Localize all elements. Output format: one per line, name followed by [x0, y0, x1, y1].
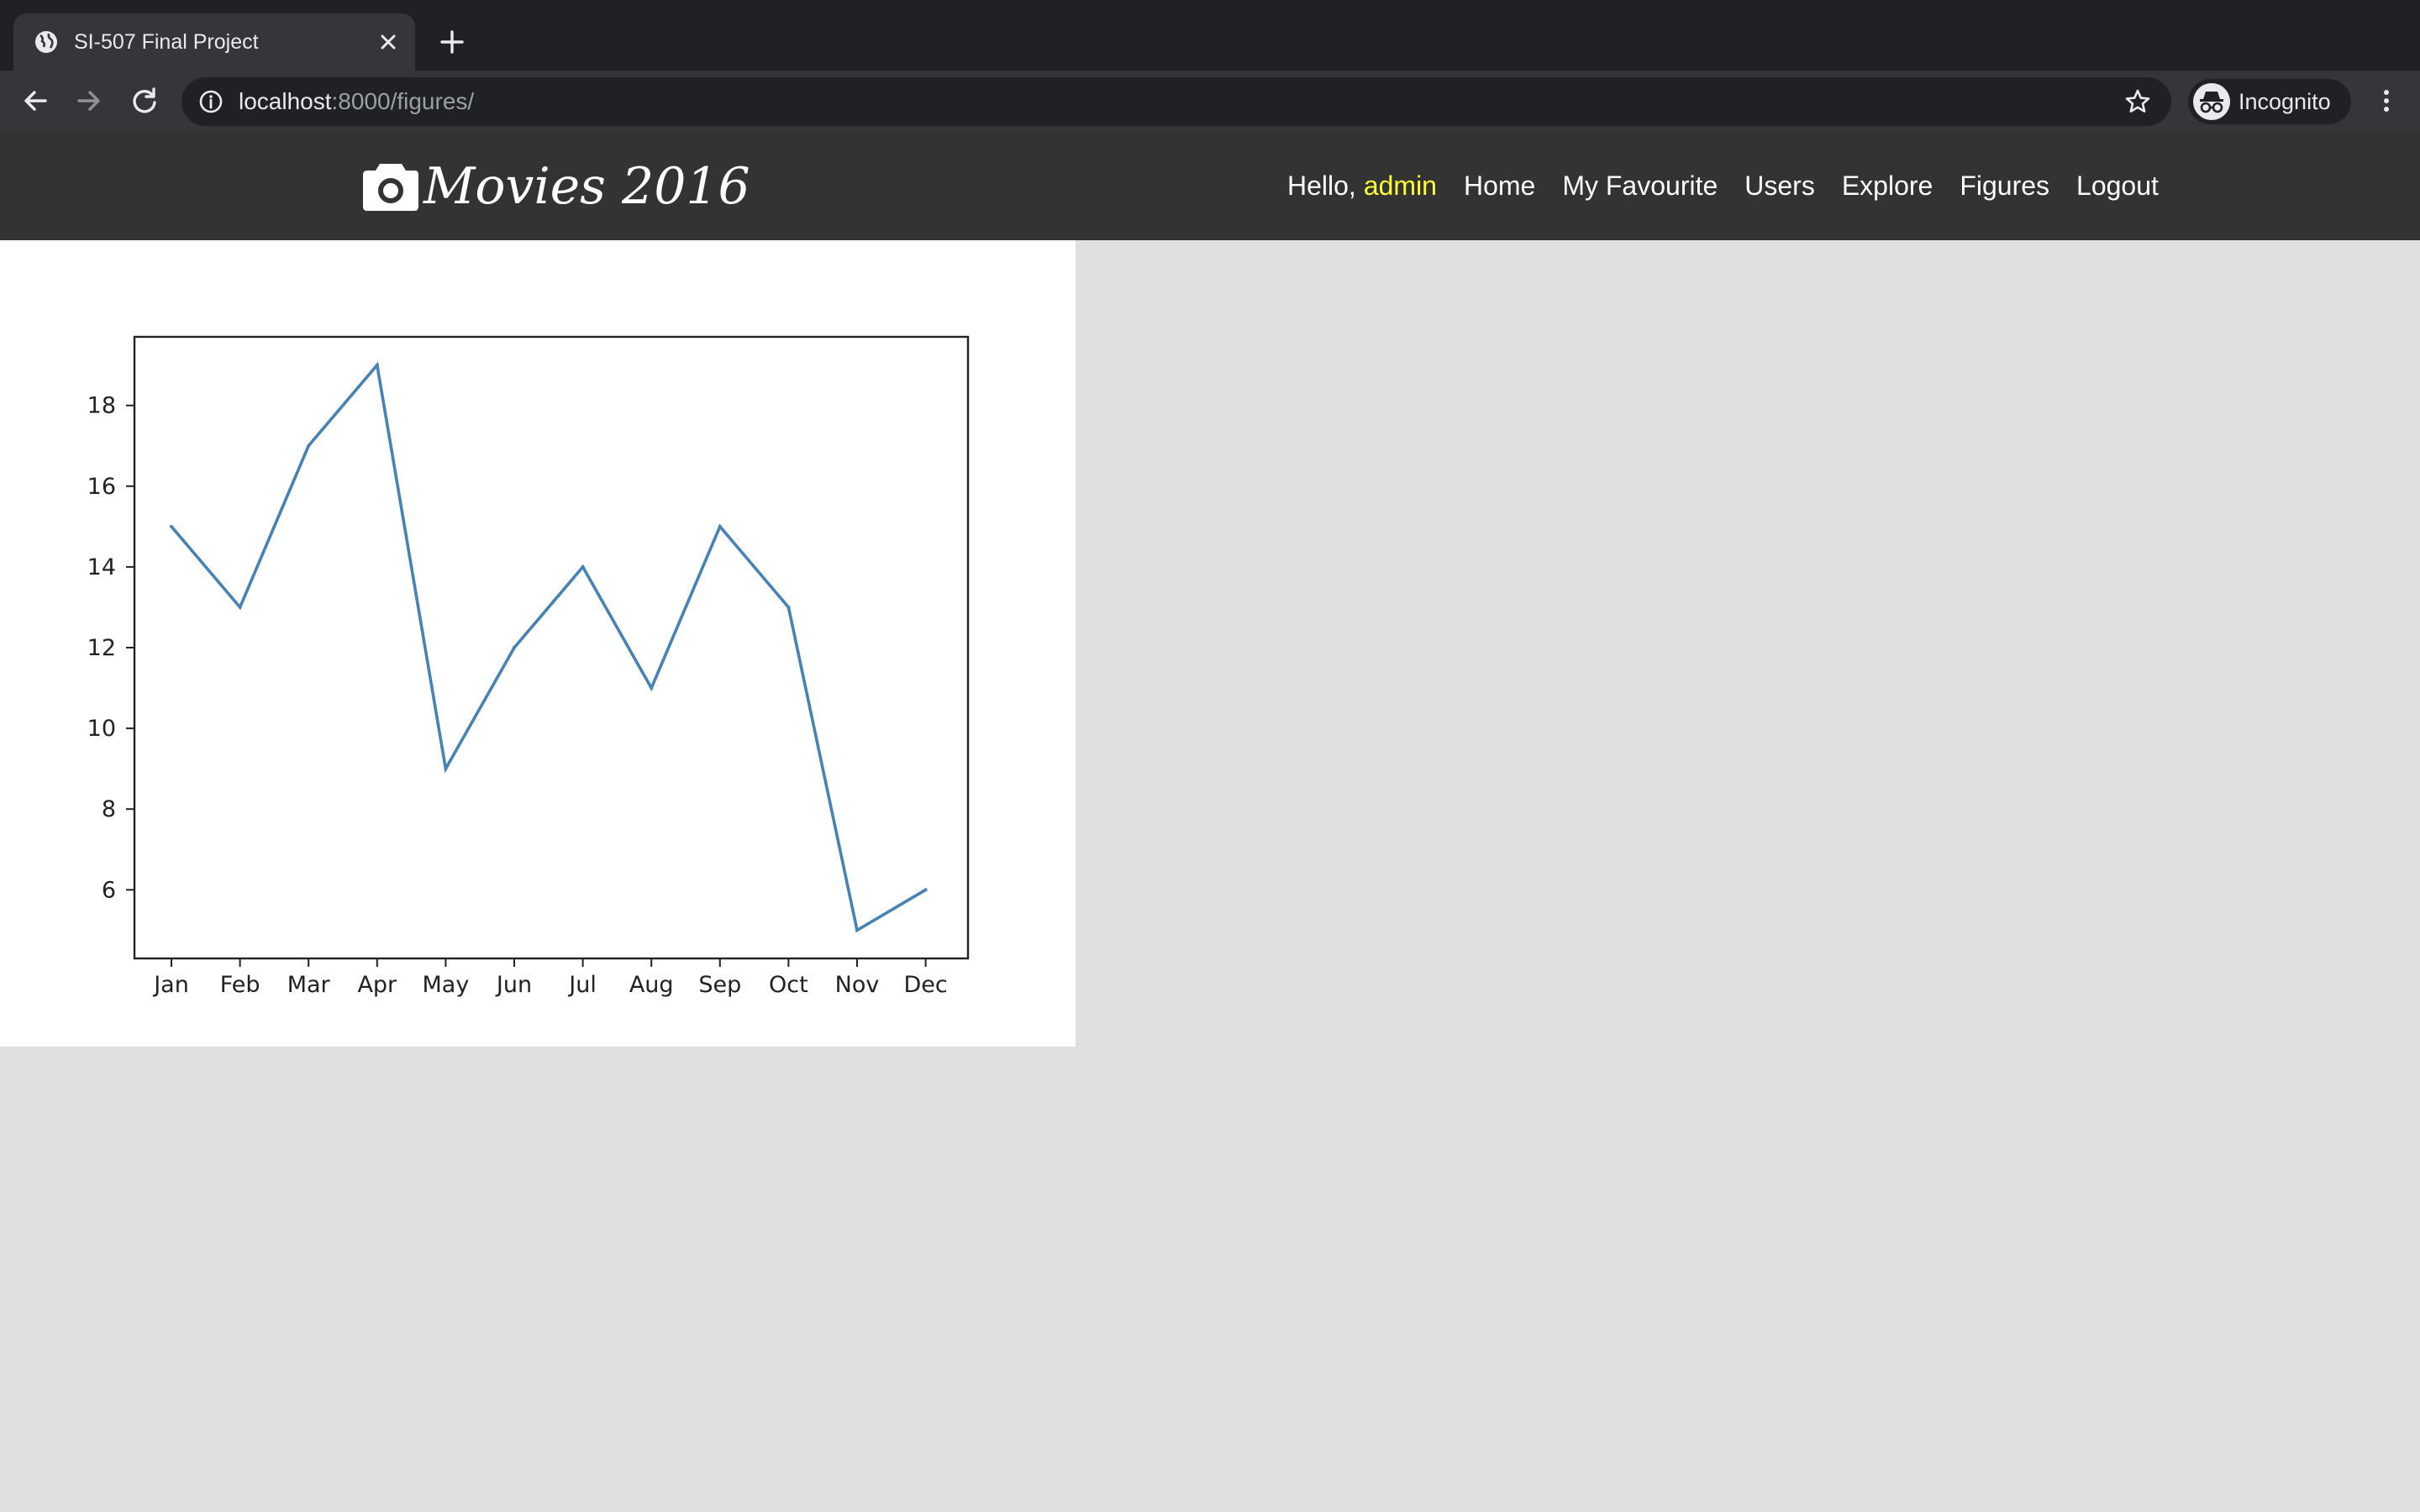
x-tick-label: Dec: [903, 972, 947, 998]
data-point: [923, 888, 928, 892]
y-tick-label: 6: [102, 877, 116, 903]
x-tick-label: May: [422, 972, 469, 998]
y-tick-label: 14: [87, 554, 116, 580]
x-tick-label: Apr: [357, 972, 397, 998]
browser-chrome: SI-507 Final Project localhost:8000/figu…: [0, 0, 2420, 131]
line-chart: 6 8 10 12 14 16 18 Jan Feb Mar Apr May Jun Jul Aug Sep O…: [87, 335, 970, 998]
nav-link-home[interactable]: Home: [1464, 168, 1535, 203]
x-tick-label: Jun: [495, 972, 532, 998]
nav-links: Hello, admin Home My Favourite Users Exp…: [1287, 168, 2159, 203]
globe-icon: [35, 31, 57, 53]
brand-name: Movies 2016: [424, 157, 750, 216]
y-tick-label: 16: [87, 474, 116, 500]
site-brand[interactable]: Movies 2016: [361, 155, 750, 218]
data-point: [718, 524, 722, 528]
x-tick-label: Jan: [152, 972, 189, 998]
y-tick-label: 18: [87, 393, 116, 419]
x-tick-label: Sep: [698, 972, 741, 998]
data-point: [855, 928, 859, 932]
data-point: [238, 605, 242, 609]
nav-link-explore[interactable]: Explore: [1842, 168, 1933, 203]
data-point: [375, 363, 379, 367]
nav-link-logout[interactable]: Logout: [2076, 168, 2159, 203]
url-text[interactable]: localhost:8000/figures/: [239, 87, 474, 117]
x-tick-label: Mar: [287, 972, 331, 998]
y-tick-label: 8: [102, 796, 116, 822]
url-path: :8000/figures/: [331, 88, 475, 114]
x-tick-label: Nov: [835, 972, 880, 998]
data-point: [581, 564, 585, 569]
x-tick-label: Oct: [769, 972, 808, 998]
series-line: [170, 361, 927, 933]
data-point: [307, 444, 311, 448]
y-tick-label: 10: [87, 716, 116, 742]
figure-panel: 6 8 10 12 14 16 18 Jan Feb Mar Apr May Jun Jul Aug Sep O…: [0, 240, 1076, 1047]
reload-icon[interactable]: [129, 86, 160, 116]
camera-icon: [363, 164, 418, 211]
nav-link-users[interactable]: Users: [1744, 168, 1815, 203]
star-icon[interactable]: [2124, 88, 2151, 115]
incognito-profile-button[interactable]: Incognito: [2188, 79, 2351, 124]
site-navbar: Movies 2016 Hello, admin Home My Favouri…: [0, 131, 2420, 240]
greeting-text: Hello,: [1287, 171, 1356, 201]
incognito-label: Incognito: [2238, 89, 2331, 114]
nav-link-my-favourite[interactable]: My Favourite: [1562, 168, 1718, 203]
data-point: [786, 605, 791, 609]
tab-title: SI-507 Final Project: [74, 30, 259, 54]
arrow-right-icon[interactable]: [74, 86, 104, 116]
data-point: [650, 686, 654, 690]
address-bar[interactable]: localhost:8000/figures/: [182, 77, 2171, 126]
chart-layer: 6 8 10 12 14 16 18 Jan Feb Mar Apr May Jun Jul Aug Sep O…: [87, 335, 970, 998]
data-point: [170, 524, 173, 528]
incognito-icon: [2193, 83, 2230, 120]
x-tick-label: Feb: [220, 972, 260, 998]
greeting-username: admin: [1363, 171, 1437, 201]
x-tick-label: Jul: [567, 972, 597, 998]
data-point: [513, 646, 516, 649]
url-host: localhost: [239, 88, 332, 114]
y-tick-label: 12: [87, 635, 116, 661]
kebab-menu-icon[interactable]: [2371, 86, 2402, 116]
x-tick-label: Aug: [629, 972, 674, 998]
browser-toolbar: localhost:8000/figures/ Incognito: [0, 71, 2420, 131]
arrow-left-icon[interactable]: [20, 86, 50, 116]
browser-tab[interactable]: SI-507 Final Project: [13, 13, 415, 71]
data-point: [444, 767, 448, 771]
nav-link-figures[interactable]: Figures: [1960, 168, 2049, 203]
plus-icon[interactable]: [437, 27, 467, 57]
close-icon[interactable]: [376, 30, 400, 54]
info-icon[interactable]: [198, 89, 224, 114]
